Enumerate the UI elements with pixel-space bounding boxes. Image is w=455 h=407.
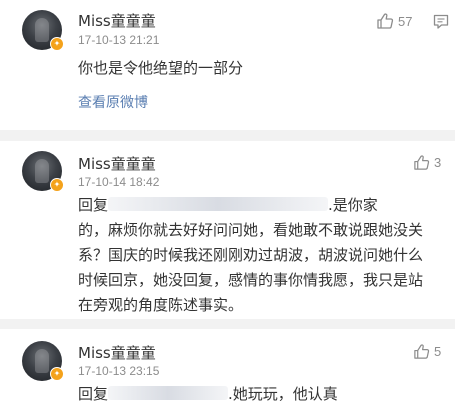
reply-prefix: 回复 xyxy=(78,196,109,214)
vip-badge-icon: ✦ xyxy=(50,37,64,51)
vip-badge-icon: ✦ xyxy=(50,367,64,381)
username[interactable]: Miss童童童 xyxy=(78,10,156,31)
redacted-mention xyxy=(108,197,329,211)
username[interactable]: Miss童童童 xyxy=(78,342,156,363)
view-original-weibo-link[interactable]: 查看原微博 xyxy=(78,92,148,112)
comment-text-line-2: 的，麻烦你就去好好问问她，看她敢不敢说跟她没关 xyxy=(78,221,424,239)
comment-text-line-4: 时候回京，她没回复，感情的事你情我愿，我只是站 xyxy=(78,271,424,289)
like-count: 57 xyxy=(398,13,413,29)
comment-card-1: ✦ Miss童童童 17-10-13 21:21 57 你也是令他绝望的一部分 … xyxy=(0,0,455,130)
like-button[interactable]: 3 xyxy=(413,154,441,171)
comment-text-line-5: 在旁观的角度陈述事实。 xyxy=(78,296,244,314)
redacted-mention xyxy=(108,386,229,400)
thumbs-up-icon xyxy=(414,155,430,170)
thumbs-up-icon xyxy=(377,13,394,29)
comment-text-line-1: 回复 .她玩玩，他认真 xyxy=(78,382,338,406)
comment-text: 你也是令他绝望的一部分 xyxy=(78,59,244,77)
comment-text-line-3: 系？国庆的时候我还刚刚劝过胡波，胡波说问她什么 xyxy=(78,246,424,264)
vip-badge-icon: ✦ xyxy=(50,178,64,192)
thumbs-up-icon xyxy=(414,344,430,359)
like-count: 3 xyxy=(434,155,442,170)
timestamp: 17-10-13 21:21 xyxy=(78,33,160,47)
username[interactable]: Miss童童童 xyxy=(78,153,156,174)
like-button[interactable]: 5 xyxy=(413,343,441,360)
comment-text-tail: .是你家 xyxy=(328,196,378,214)
comment-card-3: ✦ Miss童童童 17-10-13 23:15 5 回复 .她玩玩，他认真 xyxy=(0,329,455,407)
comment-icon[interactable] xyxy=(433,14,449,30)
like-button[interactable]: 57 xyxy=(376,12,412,30)
comment-text-tail: .她玩玩，他认真 xyxy=(228,385,338,403)
timestamp: 17-10-13 23:15 xyxy=(78,364,160,378)
comment-text-line-1: 回复 .是你家 xyxy=(78,193,378,217)
reply-prefix: 回复 xyxy=(78,385,109,403)
like-count: 5 xyxy=(434,344,442,359)
timestamp: 17-10-14 18:42 xyxy=(78,175,160,189)
comment-card-2: ✦ Miss童童童 17-10-14 18:42 3 回复 .是你家 的，麻烦你就… xyxy=(0,141,455,319)
